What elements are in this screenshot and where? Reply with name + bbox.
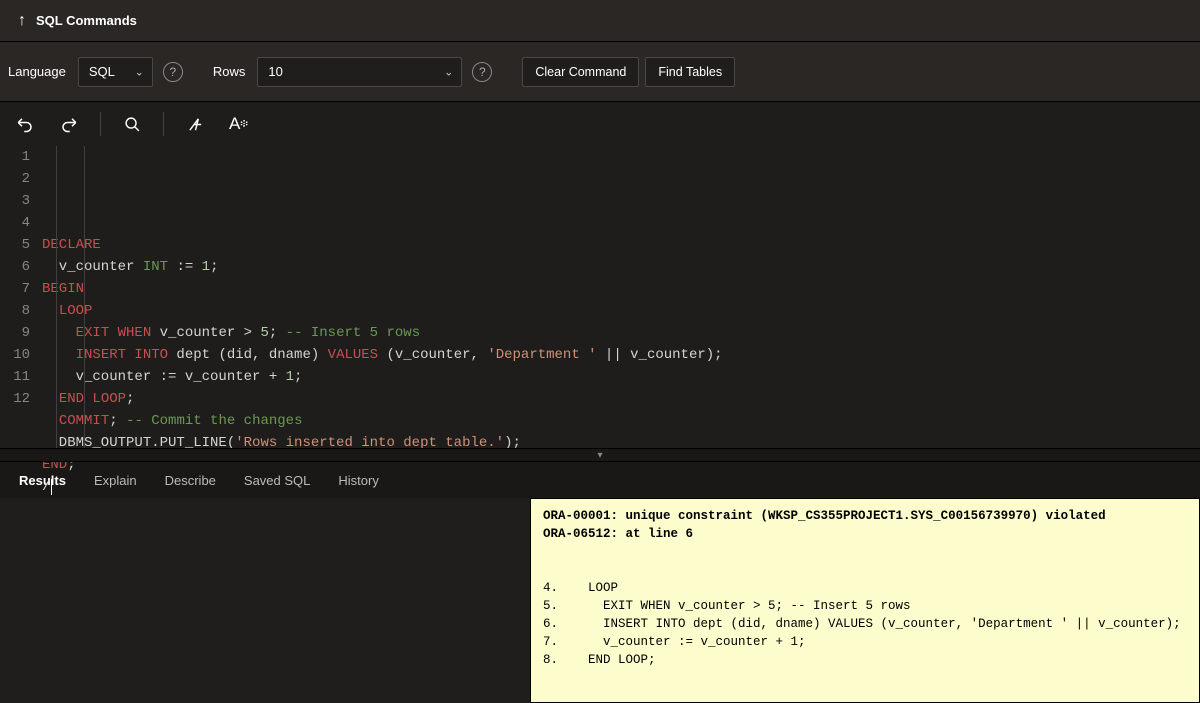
line-number: 7 xyxy=(0,278,42,300)
page-title: SQL Commands xyxy=(36,13,137,28)
error-line: ORA-00001: unique constraint (WKSP_CS355… xyxy=(543,507,1187,525)
line-number: 2 xyxy=(0,168,42,190)
up-arrow-icon[interactable]: ↑ xyxy=(18,12,26,30)
code-line[interactable]: LOOP xyxy=(42,300,1200,322)
code-area[interactable]: DECLARE v_counter INT := 1;BEGIN LOOP EX… xyxy=(42,146,1200,448)
help-icon[interactable]: ? xyxy=(472,62,492,82)
results-area: ORA-00001: unique constraint (WKSP_CS355… xyxy=(0,498,1200,703)
line-gutter: 123456789101112 xyxy=(0,146,42,448)
line-number: 6 xyxy=(0,256,42,278)
code-line[interactable]: COMMIT; -- Commit the changes xyxy=(42,410,1200,432)
language-select-value: SQL xyxy=(89,64,115,79)
clear-command-button[interactable]: Clear Command xyxy=(522,57,639,87)
find-tables-button[interactable]: Find Tables xyxy=(645,57,735,87)
redo-icon[interactable] xyxy=(56,111,82,137)
line-number: 8 xyxy=(0,300,42,322)
code-line[interactable]: DECLARE xyxy=(42,234,1200,256)
context-line: 7. v_counter := v_counter + 1; xyxy=(543,633,1187,651)
code-line[interactable]: / xyxy=(42,476,1200,498)
command-toolbar: Language SQL ⌄ ? Rows 10 ⌄ ? Clear Comma… xyxy=(0,42,1200,102)
code-line[interactable]: END LOOP; xyxy=(42,388,1200,410)
help-icon[interactable]: ? xyxy=(163,62,183,82)
context-line: 5. EXIT WHEN v_counter > 5; -- Insert 5 … xyxy=(543,597,1187,615)
line-number: 9 xyxy=(0,322,42,344)
line-number: 4 xyxy=(0,212,42,234)
language-select[interactable]: SQL ⌄ xyxy=(78,57,153,87)
rows-select-value: 10 xyxy=(268,64,282,79)
chevron-down-icon: ⌄ xyxy=(444,65,453,78)
line-number: 10 xyxy=(0,344,42,366)
search-icon[interactable] xyxy=(119,111,145,137)
code-editor[interactable]: 123456789101112 DECLARE v_counter INT :=… xyxy=(0,146,1200,448)
lightning-icon[interactable] xyxy=(182,111,208,137)
accessibility-icon[interactable]: A፨ xyxy=(226,111,252,137)
rows-select[interactable]: 10 ⌄ xyxy=(257,57,462,87)
error-output: ORA-00001: unique constraint (WKSP_CS355… xyxy=(530,498,1200,703)
splitter-handle-icon: ▾ xyxy=(582,451,618,459)
code-line[interactable]: EXIT WHEN v_counter > 5; -- Insert 5 row… xyxy=(42,322,1200,344)
results-left-panel xyxy=(0,498,530,703)
code-line[interactable]: INSERT INTO dept (did, dname) VALUES (v_… xyxy=(42,344,1200,366)
undo-icon[interactable] xyxy=(12,111,38,137)
code-line[interactable]: v_counter := v_counter + 1; xyxy=(42,366,1200,388)
vertical-splitter[interactable]: ▾ xyxy=(0,448,1200,462)
separator xyxy=(100,112,101,136)
rows-label: Rows xyxy=(213,64,246,79)
line-number: 3 xyxy=(0,190,42,212)
chevron-down-icon: ⌄ xyxy=(135,65,144,78)
separator xyxy=(163,112,164,136)
editor-toolbar: A፨ xyxy=(0,102,1200,146)
page-header: ↑ SQL Commands xyxy=(0,0,1200,42)
line-number: 11 xyxy=(0,366,42,388)
context-line: 6. INSERT INTO dept (did, dname) VALUES … xyxy=(543,615,1187,633)
code-line[interactable]: v_counter INT := 1; xyxy=(42,256,1200,278)
line-number: 1 xyxy=(0,146,42,168)
line-number: 5 xyxy=(0,234,42,256)
context-line: 8. END LOOP; xyxy=(543,651,1187,669)
context-line: 4. LOOP xyxy=(543,579,1187,597)
error-line: ORA-06512: at line 6 xyxy=(543,525,1187,543)
language-label: Language xyxy=(8,64,66,79)
code-line[interactable]: BEGIN xyxy=(42,278,1200,300)
line-number: 12 xyxy=(0,388,42,410)
